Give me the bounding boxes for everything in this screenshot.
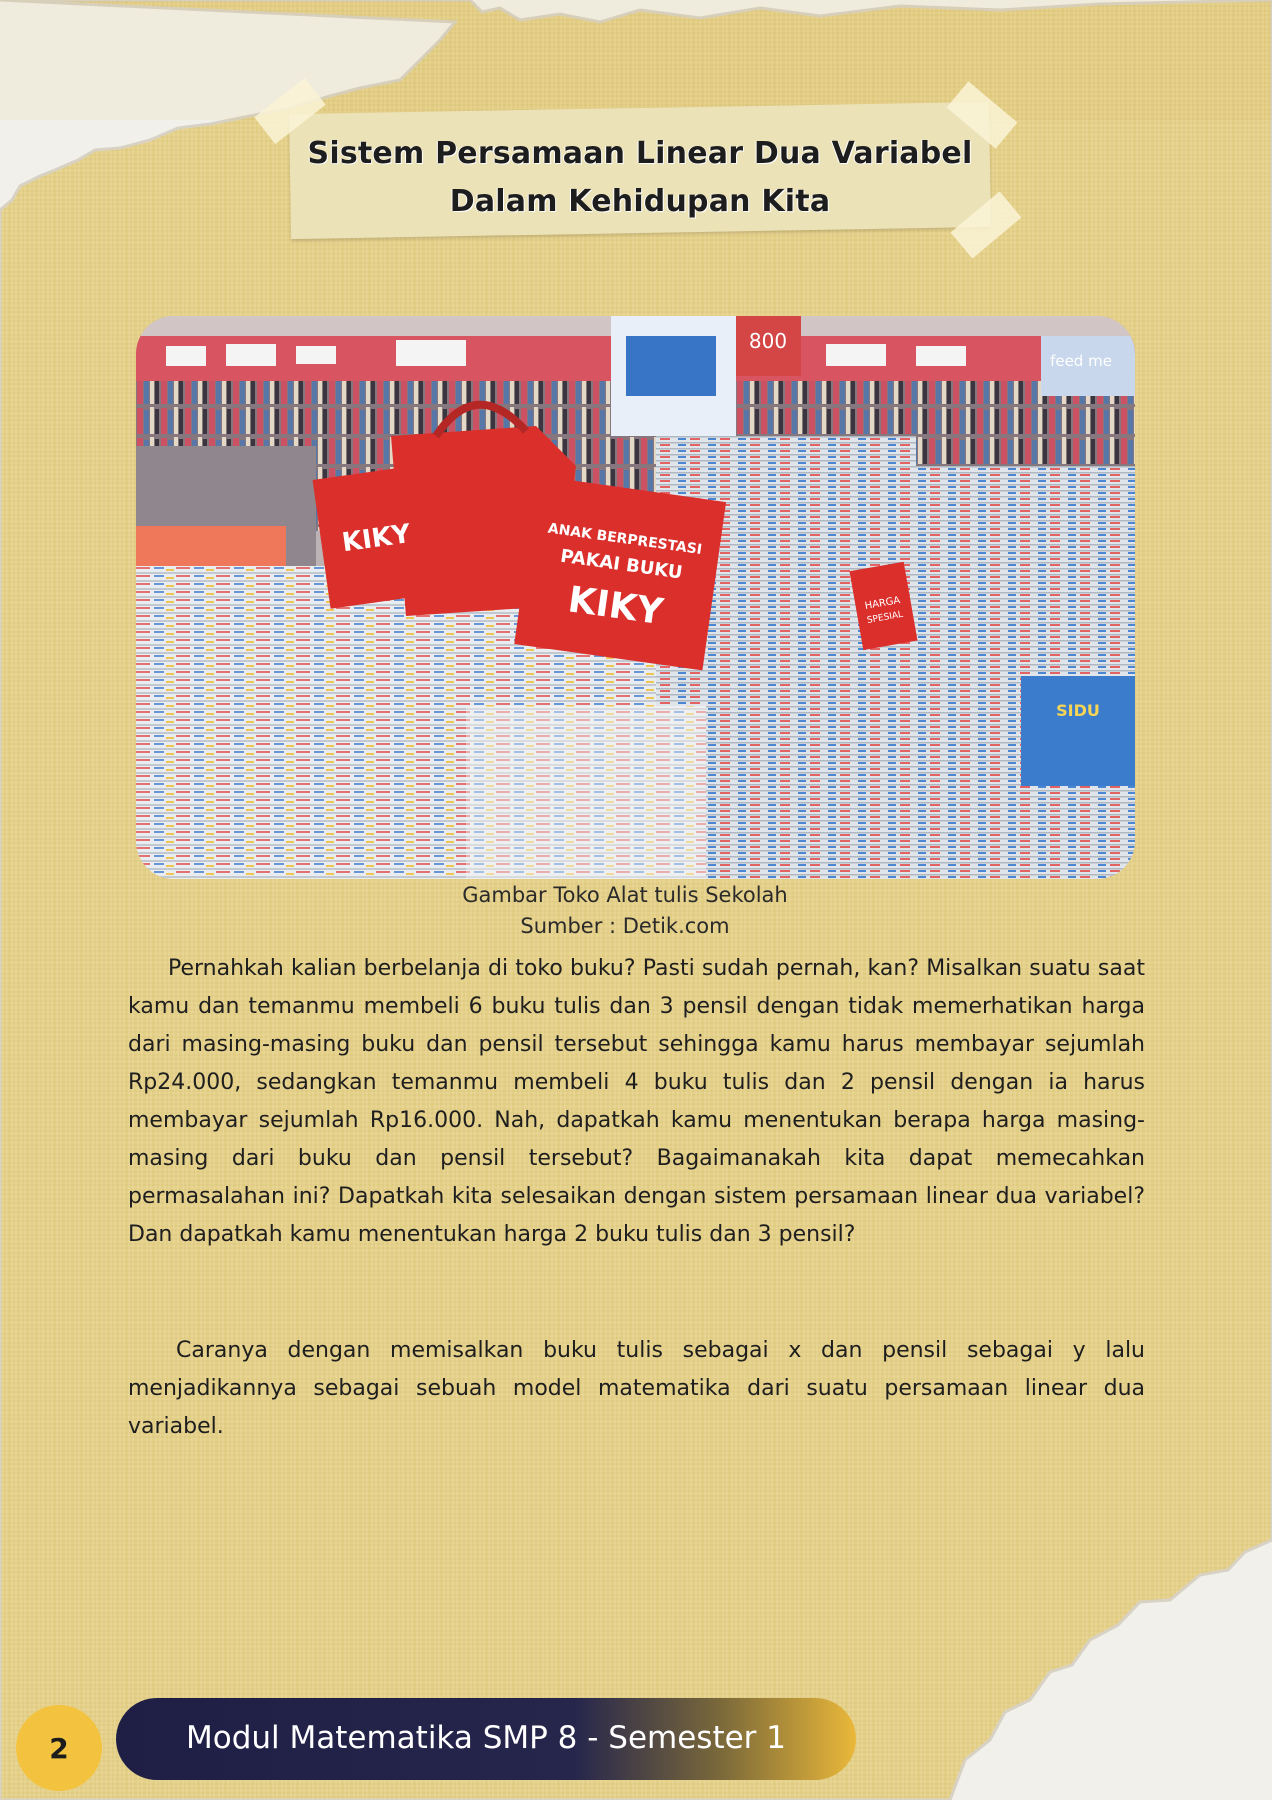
footer-module-title: Modul Matematika SMP 8 - Semester 1 [186, 1720, 787, 1756]
caption-source: Sumber : Detik.com [520, 914, 730, 938]
title-line-2: Dalam Kehidupan Kita [449, 184, 831, 219]
page-number: 2 [16, 1705, 102, 1791]
bookstore-illustration: 800 feed me KIKY ANAK BERPRESTASI PAKAI … [136, 316, 1135, 879]
body-paragraph-2: Caranya dengan memisalkan buku tulis seb… [128, 1338, 1145, 1439]
body-paragraph-1: Pernahkah kalian berbelanja di toko buku… [128, 956, 1145, 1247]
figure-caption: Gambar Toko Alat tulis Sekolah Sumber : … [400, 880, 850, 942]
page-title: Sistem Persamaan Linear Dua Variabel Dal… [290, 130, 990, 226]
title-line-1: Sistem Persamaan Linear Dua Variabel [307, 136, 973, 171]
caption-text: Gambar Toko Alat tulis Sekolah [462, 883, 788, 907]
bookstore-photo: 800 feed me KIKY ANAK BERPRESTASI PAKAI … [136, 316, 1135, 879]
